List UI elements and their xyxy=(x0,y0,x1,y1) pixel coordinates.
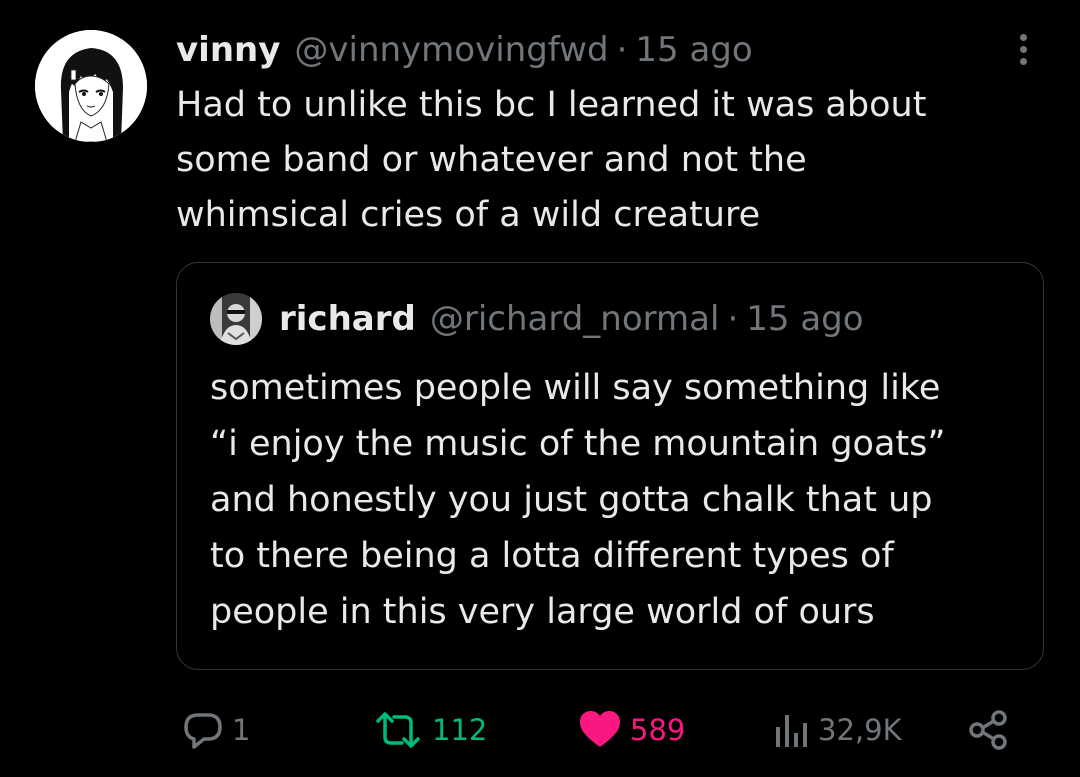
like-count: 589 xyxy=(630,713,686,747)
repost-icon xyxy=(376,712,420,748)
post-timestamp[interactable]: 15 ago xyxy=(635,30,752,70)
quoted-post-timestamp: 15 ago xyxy=(746,299,864,339)
action-bar: 1 112 589 32,9K xyxy=(0,700,1080,760)
quoted-author-avatar xyxy=(210,293,262,345)
author-name[interactable]: vinny xyxy=(176,30,280,70)
person-photo-avatar-icon xyxy=(210,293,262,345)
views-count: 32,9K xyxy=(818,713,902,747)
views-button[interactable]: 32,9K xyxy=(772,700,902,760)
quoted-author-name: richard xyxy=(279,299,416,339)
quoted-post-header: richard @richard_normal · 15 ago xyxy=(279,297,864,341)
post-text: Had to unlike this bc I learned it was a… xyxy=(176,78,1036,243)
quoted-post-text: sometimes people will say something like… xyxy=(210,360,1030,640)
quoted-header-separator: · xyxy=(727,299,739,339)
views-chart-icon xyxy=(776,715,807,747)
share-button[interactable] xyxy=(965,700,1011,760)
repost-button[interactable]: 112 xyxy=(370,700,487,760)
post-text-line: some band or whatever and not the xyxy=(176,140,807,180)
more-options-icon[interactable] xyxy=(1012,34,1034,70)
share-icon xyxy=(969,710,1007,750)
quoted-text-line: and honestly you just gotta chalk that u… xyxy=(210,480,933,520)
post-header: vinny @vinnymovingfwd · 15 ago xyxy=(176,26,753,74)
reply-button[interactable]: 1 xyxy=(180,700,250,760)
post-text-line: Had to unlike this bc I learned it was a… xyxy=(176,85,927,125)
author-avatar[interactable] xyxy=(35,30,147,142)
quoted-text-line: “i enjoy the music of the mountain goats… xyxy=(210,424,946,464)
quoted-post[interactable]: richard @richard_normal · 15 ago sometim… xyxy=(176,262,1044,670)
header-separator: · xyxy=(616,30,628,70)
anime-girl-avatar-icon xyxy=(35,30,147,142)
reply-count: 1 xyxy=(232,713,251,747)
post-text-line: whimsical cries of a wild creature xyxy=(176,195,761,235)
heart-icon xyxy=(580,711,620,747)
quoted-author-handle: @richard_normal xyxy=(429,299,720,339)
reply-icon xyxy=(184,713,222,749)
like-button[interactable]: 589 xyxy=(576,700,685,760)
quoted-text-line: sometimes people will say something like xyxy=(210,368,941,408)
quoted-text-line: people in this very large world of ours xyxy=(210,592,875,632)
repost-count: 112 xyxy=(432,713,488,747)
author-handle[interactable]: @vinnymovingfwd xyxy=(294,30,608,70)
quoted-text-line: to there being a lotta different types o… xyxy=(210,536,894,576)
